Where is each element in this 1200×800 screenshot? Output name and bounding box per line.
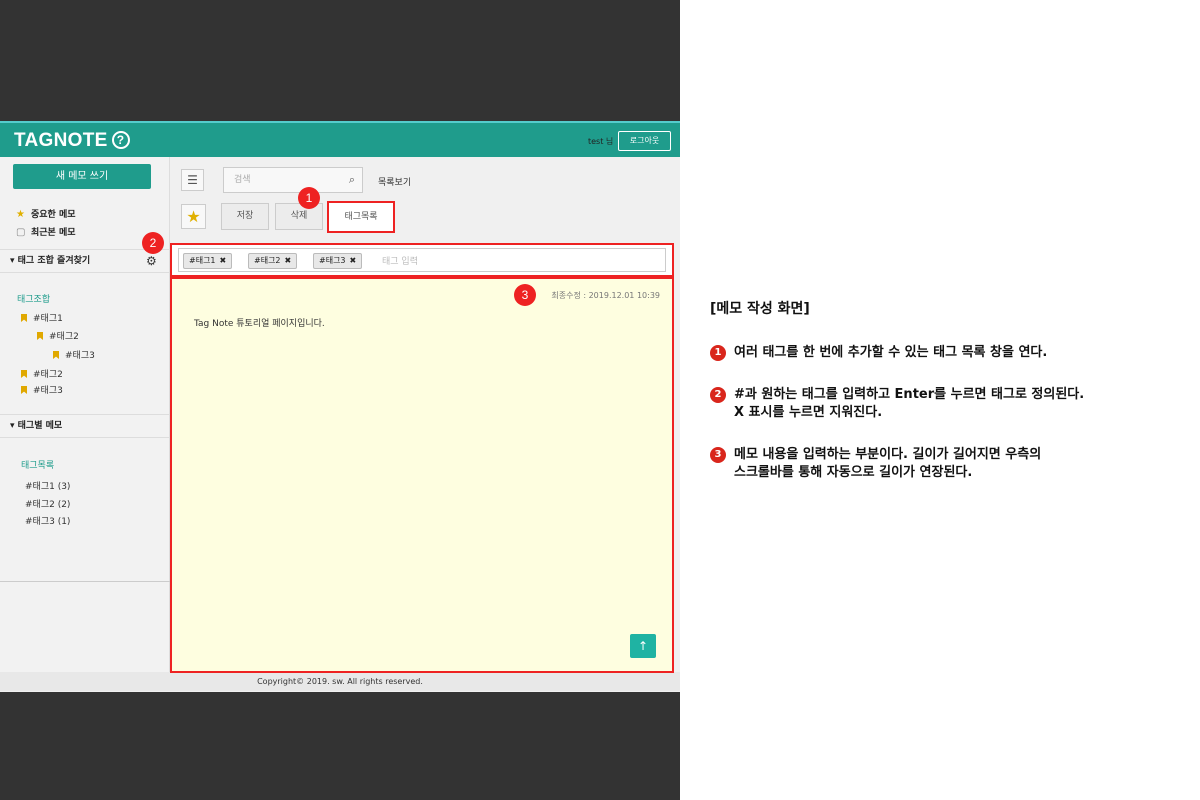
bookmark-icon bbox=[21, 386, 27, 394]
combo-tag-label: #태그3 bbox=[33, 386, 63, 396]
tag-bar: #태그1 ✖ #태그2 ✖ #태그3 ✖ 태그 입력 bbox=[170, 243, 674, 277]
taglist-title: 태그목록 bbox=[21, 461, 55, 471]
note-number: 1 bbox=[710, 345, 726, 361]
tag-chip-label: #태그1 bbox=[189, 256, 216, 265]
favorites-section-label: 태그 조합 즐겨찾기 bbox=[17, 256, 91, 266]
save-button[interactable]: 저장 bbox=[221, 203, 269, 230]
combo-tag-item[interactable]: #태그3 bbox=[21, 383, 63, 396]
combo-tag-label: #태그1 bbox=[33, 314, 63, 324]
bookmark-icon bbox=[37, 332, 43, 340]
note-text: #과 원하는 태그를 입력하고 Enter를 누르면 태그로 정의된다. X 표… bbox=[734, 387, 1085, 420]
menu-button[interactable]: ☰ bbox=[181, 169, 204, 191]
new-memo-button[interactable]: 새 메모 쓰기 bbox=[13, 164, 151, 189]
marker-3: 3 bbox=[514, 284, 536, 306]
memo-content[interactable]: Tag Note 튜토리얼 페이지입니다. bbox=[194, 316, 325, 329]
tag-input[interactable]: 태그 입력 bbox=[382, 254, 418, 267]
document-icon: ▢ bbox=[16, 227, 26, 238]
remove-tag-icon[interactable]: ✖ bbox=[220, 256, 227, 265]
explanation-panel: [메모 작성 화면] 1 여러 태그를 한 번에 추가할 수 있는 태그 목록 창… bbox=[710, 298, 1190, 506]
bookmark-icon bbox=[53, 351, 59, 359]
marker-1: 1 bbox=[298, 187, 320, 209]
footer: Copyright© 2019. sw. All rights reserved… bbox=[0, 672, 680, 691]
tag-chip-label: #태그3 bbox=[319, 256, 346, 265]
list-view-link[interactable]: 목록보기 bbox=[378, 175, 411, 188]
tag-count-item[interactable]: #태그3 (1) bbox=[25, 514, 70, 527]
by-tag-section[interactable]: ▾ 태그별 메모 bbox=[0, 414, 170, 438]
important-memo-link[interactable]: ★ 중요한 메모 bbox=[16, 207, 76, 220]
note-text: 여러 태그를 한 번에 추가할 수 있는 태그 목록 창을 연다. bbox=[734, 345, 1048, 360]
combo-title: 태그조합 bbox=[17, 295, 51, 305]
tag-count-item[interactable]: #태그1 (3) bbox=[25, 479, 70, 492]
collapse-icon: ▾ bbox=[10, 421, 18, 431]
combo-tag-item[interactable]: #태그2 bbox=[37, 329, 79, 342]
panel-title: [메모 작성 화면] bbox=[710, 301, 810, 317]
sidebar-divider bbox=[0, 581, 170, 582]
note-text: 메모 내용을 입력하는 부분이다. 길이가 길어지면 우측의 스크롤바를 통해 … bbox=[734, 447, 1042, 480]
search-input[interactable]: 검색 ⌕ bbox=[223, 167, 363, 193]
bookmark-icon bbox=[21, 370, 27, 378]
note-3: 3 메모 내용을 입력하는 부분이다. 길이가 길어지면 우측의 스크롤바를 통해… bbox=[710, 446, 1190, 482]
by-tag-section-label: 태그별 메모 bbox=[17, 421, 63, 431]
tag-chip: #태그2 ✖ bbox=[248, 253, 298, 269]
remove-tag-icon[interactable]: ✖ bbox=[350, 256, 357, 265]
help-icon[interactable]: ? bbox=[111, 131, 130, 149]
app-header: TAGNOTE? test 님 로그아웃 bbox=[0, 121, 680, 157]
taglist-button[interactable]: 태그목록 bbox=[327, 201, 395, 233]
tag-input-box[interactable]: #태그1 ✖ #태그2 ✖ #태그3 ✖ 태그 입력 bbox=[178, 248, 666, 272]
combo-tag-item[interactable]: #태그3 bbox=[53, 348, 95, 361]
marker-2: 2 bbox=[142, 232, 164, 254]
scroll-top-button[interactable]: ↑ bbox=[630, 634, 656, 658]
combo-tag-item[interactable]: #태그2 bbox=[21, 367, 63, 380]
tag-chip: #태그1 ✖ bbox=[183, 253, 233, 269]
note-number: 3 bbox=[710, 447, 726, 463]
note-2: 2 #과 원하는 태그를 입력하고 Enter를 누르면 태그로 정의된다. X … bbox=[710, 386, 1190, 422]
gear-icon[interactable]: ⚙ bbox=[146, 254, 157, 268]
star-icon: ★ bbox=[16, 209, 25, 220]
logo-text: TAGNOTE bbox=[14, 130, 108, 151]
collapse-icon: ▾ bbox=[10, 256, 18, 266]
combo-tag-label: #태그2 bbox=[49, 332, 79, 342]
recent-memo-link[interactable]: ▢ 최근본 메모 bbox=[16, 225, 76, 238]
tag-count-item[interactable]: #태그2 (2) bbox=[25, 497, 70, 510]
page: TAGNOTE? test 님 로그아웃 새 메모 쓰기 ★ 중요한 메모 ▢ 최근… bbox=[0, 0, 1200, 800]
tag-chip: #태그3 ✖ bbox=[313, 253, 363, 269]
combo-tag-label: #태그2 bbox=[33, 370, 63, 380]
note-number: 2 bbox=[710, 387, 726, 403]
delete-button[interactable]: 삭제 bbox=[275, 203, 323, 230]
bookmark-icon bbox=[21, 314, 27, 322]
last-modified: 최종수정 : 2019.12.01 10:39 bbox=[551, 291, 660, 300]
combo-tag-label: #태그3 bbox=[65, 351, 95, 361]
important-memo-label: 중요한 메모 bbox=[31, 210, 76, 220]
remove-tag-icon[interactable]: ✖ bbox=[285, 256, 292, 265]
user-greeting: test 님 bbox=[588, 137, 614, 146]
note-1: 1 여러 태그를 한 번에 추가할 수 있는 태그 목록 창을 연다. bbox=[710, 344, 1190, 362]
logo[interactable]: TAGNOTE? bbox=[14, 130, 130, 152]
screenshot-area: TAGNOTE? test 님 로그아웃 새 메모 쓰기 ★ 중요한 메모 ▢ 최근… bbox=[0, 0, 680, 800]
memo-editor[interactable]: 최종수정 : 2019.12.01 10:39 Tag Note 튜토리얼 페이… bbox=[170, 277, 674, 673]
recent-memo-label: 최근본 메모 bbox=[31, 228, 76, 238]
tag-chip-label: #태그2 bbox=[254, 256, 281, 265]
search-icon[interactable]: ⌕ bbox=[349, 168, 355, 192]
favorites-section[interactable]: ▾ 태그 조합 즐겨찾기 bbox=[0, 249, 170, 273]
search-placeholder: 검색 bbox=[234, 175, 251, 185]
combo-tag-item[interactable]: #태그1 bbox=[21, 311, 63, 324]
favorite-star-button[interactable]: ★ bbox=[181, 204, 206, 229]
logout-button[interactable]: 로그아웃 bbox=[618, 131, 671, 151]
